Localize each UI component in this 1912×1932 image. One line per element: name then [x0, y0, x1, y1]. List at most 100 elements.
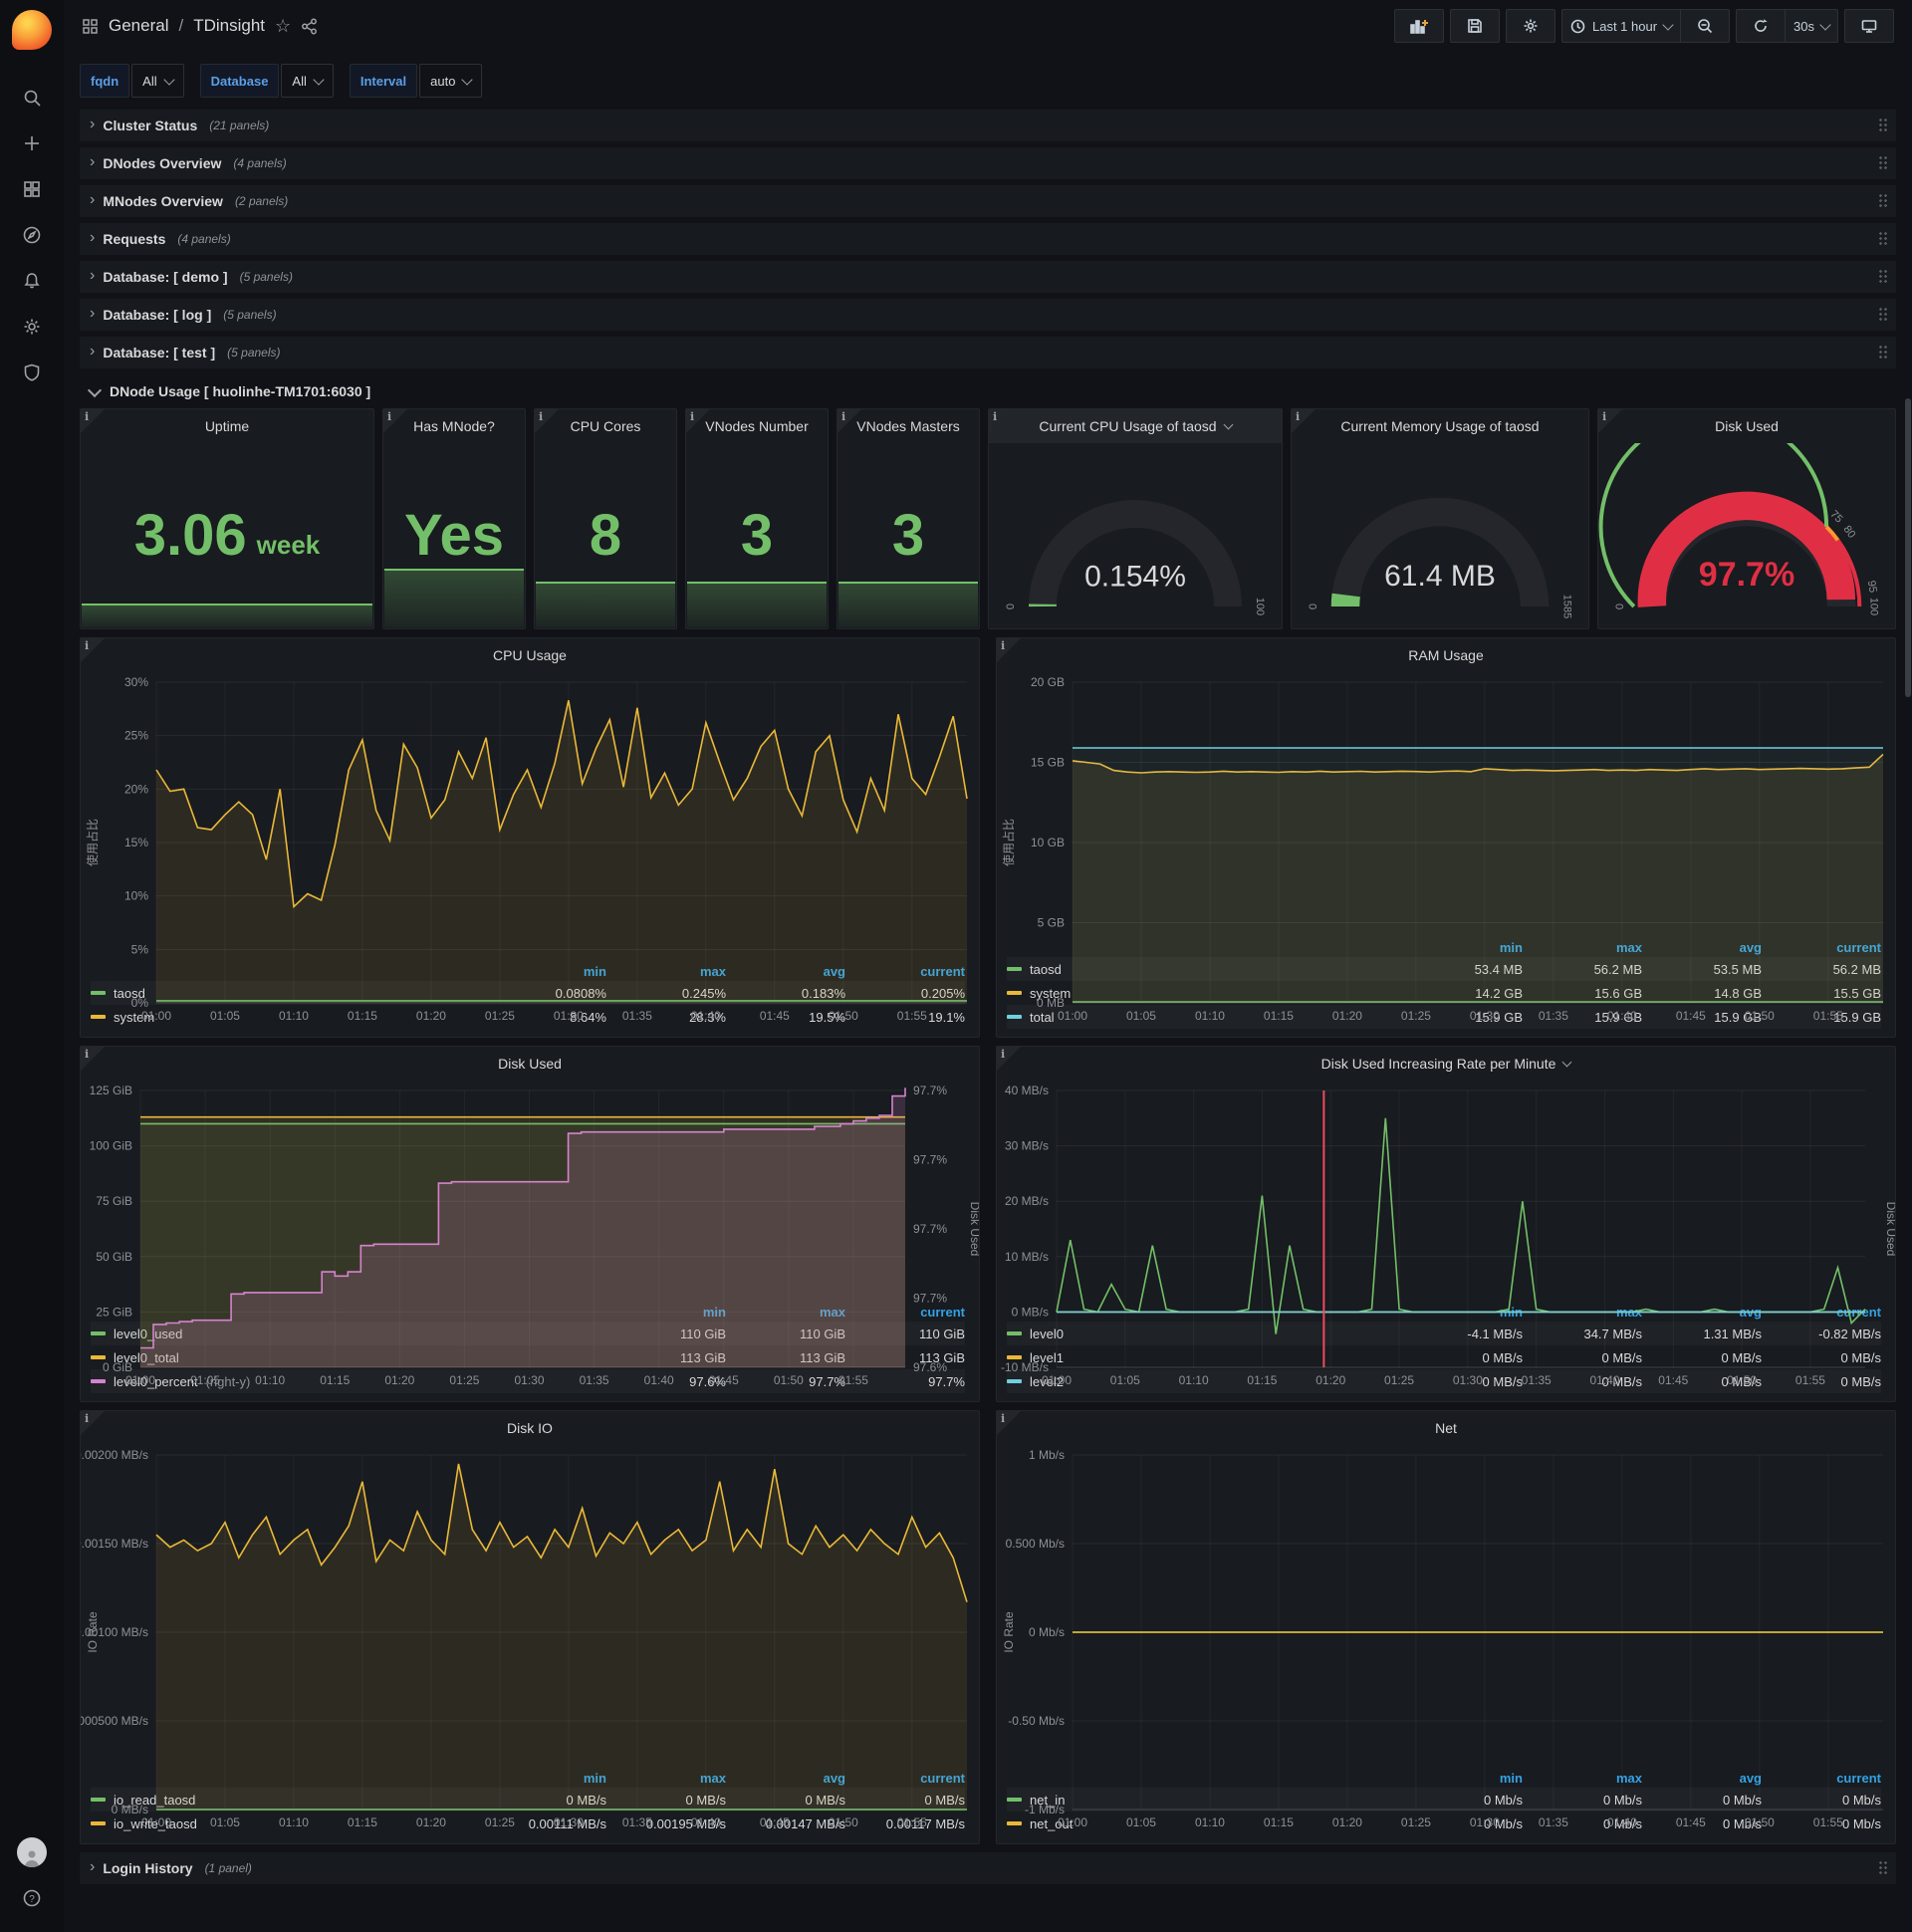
row-drag-handle[interactable]	[1878, 231, 1888, 247]
panel-info-icon[interactable]: i	[837, 409, 861, 433]
panel-header[interactable]: Net	[997, 1411, 1895, 1445]
panel-info-icon[interactable]: i	[686, 409, 710, 433]
create-icon[interactable]	[12, 123, 52, 163]
row-dnode-usage[interactable]: DNode Usage [ huolinhe-TM1701:6030 ]	[80, 374, 1896, 408]
svg-text:0.000500 MB/s: 0.000500 MB/s	[81, 1714, 148, 1728]
row-drag-handle[interactable]	[1878, 345, 1888, 361]
svg-text:01:05: 01:05	[210, 1815, 240, 1829]
template-variables-bar: fqdn All Database All Interval auto	[80, 64, 1896, 98]
panel-info-icon[interactable]: i	[1292, 409, 1315, 433]
svg-text:30%: 30%	[124, 675, 148, 689]
row-drag-handle[interactable]	[1878, 269, 1888, 285]
panel-header[interactable]: Current CPU Usage of taosd	[989, 409, 1282, 443]
net-chart[interactable]: -1 Mb/s -0.50 Mb/s 0 Mb/s 0.500 Mb/s 1 Mb/s 0…	[997, 1445, 1895, 1829]
panel-info-icon[interactable]: i	[997, 1411, 1021, 1435]
panel-header[interactable]: Uptime	[81, 409, 373, 443]
share-icon[interactable]	[301, 18, 318, 35]
row-drag-handle[interactable]	[1878, 193, 1888, 209]
panel-header[interactable]: Disk Used Increasing Rate per Minute	[997, 1047, 1895, 1081]
configuration-gear-icon[interactable]	[12, 307, 52, 347]
panel-header[interactable]: Disk IO	[81, 1411, 979, 1445]
svg-text:100: 100	[1867, 598, 1879, 615]
svg-text:0.500 Mb/s: 0.500 Mb/s	[1006, 1537, 1065, 1551]
ram-usage-chart[interactable]: 0 MB 5 GB 10 GB 15 GB 20 GB 01:00 01:05 01:10 01…	[997, 672, 1895, 1023]
explore-compass-icon[interactable]	[12, 215, 52, 255]
panel-info-icon[interactable]: i	[989, 409, 1013, 433]
svg-text:61.4 MB: 61.4 MB	[1384, 560, 1496, 593]
save-dashboard-button[interactable]	[1449, 9, 1500, 43]
cycle-view-mode-button[interactable]	[1844, 9, 1894, 43]
refresh-interval-label: 30s	[1793, 18, 1814, 34]
row-database-log[interactable]: › Database: [ log ] (5 panels)	[80, 299, 1896, 331]
user-avatar[interactable]	[12, 1832, 52, 1872]
panel-header[interactable]: Disk Used	[1598, 409, 1895, 443]
svg-text:01:15: 01:15	[1264, 1815, 1294, 1829]
panel-header[interactable]: Disk Used	[81, 1047, 979, 1081]
panel-info-icon[interactable]: i	[81, 1411, 105, 1435]
panel-info-icon[interactable]: i	[535, 409, 559, 433]
ram_usage-svg: 0 MB 5 GB 10 GB 15 GB 20 GB 01:00 01:05 01:10 01…	[1001, 675, 1884, 1023]
scrollbar-thumb[interactable]	[1905, 398, 1911, 697]
panel-info-icon[interactable]: i	[997, 638, 1021, 662]
panel-info-icon[interactable]: i	[997, 1047, 1021, 1071]
row-drag-handle[interactable]	[1878, 118, 1888, 133]
svg-text:01:35: 01:35	[580, 1373, 609, 1387]
zoom-out-time-button[interactable]	[1680, 9, 1731, 43]
row-login-history[interactable]: › Login History (1 panel)	[80, 1852, 1896, 1884]
svg-text:01:35: 01:35	[1539, 1815, 1568, 1829]
variable-interval-value[interactable]: auto	[419, 64, 483, 98]
panel-info-icon[interactable]: i	[383, 409, 407, 433]
star-icon[interactable]: ☆	[275, 16, 291, 37]
breadcrumb-folder[interactable]: General	[109, 16, 168, 36]
row-drag-handle[interactable]	[1878, 155, 1888, 171]
disk-used-gauge[interactable]: 0 75 80 95 100 97.7%	[1598, 443, 1895, 628]
variable-fqdn-value[interactable]: All	[131, 64, 184, 98]
server-admin-shield-icon[interactable]	[12, 353, 52, 392]
panel-info-icon[interactable]: i	[81, 1047, 105, 1071]
grafana-logo-icon[interactable]	[12, 10, 52, 50]
panel-header[interactable]: Current Memory Usage of taosd	[1292, 409, 1588, 443]
svg-text:IO Rate: IO Rate	[86, 1611, 100, 1653]
cpu-usage-chart[interactable]: 0% 5% 10% 15% 20% 25% 30% 01:00 01:05 01:10 01:15 0…	[81, 672, 979, 1023]
row-drag-handle[interactable]	[1878, 1860, 1888, 1876]
help-icon[interactable]: ?	[12, 1878, 52, 1918]
variable-database-value[interactable]: All	[281, 64, 334, 98]
svg-text:01:40: 01:40	[691, 1009, 721, 1023]
panel-info-icon[interactable]: i	[1598, 409, 1622, 433]
svg-text:01:40: 01:40	[691, 1815, 721, 1829]
refresh-button[interactable]	[1736, 9, 1786, 43]
panel-info-icon[interactable]: i	[81, 638, 105, 662]
row-drag-handle[interactable]	[1878, 307, 1888, 323]
cpu-gauge[interactable]: 0 100 0.154%	[989, 443, 1282, 628]
panel-uptime: i Uptime 3.06 week	[80, 408, 374, 629]
svg-text:01:55: 01:55	[897, 1815, 927, 1829]
svg-text:01:10: 01:10	[279, 1009, 309, 1023]
row-database-test[interactable]: › Database: [ test ] (5 panels)	[80, 337, 1896, 368]
search-icon[interactable]	[12, 78, 52, 118]
dashboards-icon[interactable]	[12, 169, 52, 209]
add-panel-button[interactable]	[1393, 9, 1444, 43]
disk-rate-chart[interactable]: -10 MB/s 0 MB/s 10 MB/s 20 MB/s 30 MB/s 40 MB…	[997, 1081, 1895, 1387]
panel-header[interactable]: RAM Usage	[997, 638, 1895, 672]
memory-gauge[interactable]: 0 1585 61.4 MB	[1292, 443, 1588, 628]
svg-text:15 GB: 15 GB	[1031, 756, 1065, 770]
panel-header[interactable]: CPU Usage	[81, 638, 979, 672]
row-requests[interactable]: › Requests (4 panels)	[80, 223, 1896, 255]
svg-text:Disk Used: Disk Used	[1884, 1202, 1895, 1257]
disk-used-chart[interactable]: 0 GiB 25 GiB 50 GiB 75 GiB 100 GiB 125 GiB 01:…	[81, 1081, 979, 1387]
svg-text:01:50: 01:50	[829, 1009, 858, 1023]
chevron-right-icon: ›	[90, 229, 96, 246]
alerting-bell-icon[interactable]	[12, 261, 52, 301]
dashboard-title[interactable]: TDinsight	[193, 16, 265, 36]
row-dnodes-overview[interactable]: › DNodes Overview (4 panels)	[80, 147, 1896, 179]
sidebar: ?	[0, 0, 64, 1932]
refresh-interval-picker[interactable]: 30s	[1785, 9, 1838, 43]
dashboard-settings-button[interactable]	[1505, 9, 1555, 43]
row-mnodes-overview[interactable]: › MNodes Overview (2 panels)	[80, 185, 1896, 217]
row-cluster-status[interactable]: › Cluster Status (21 panels)	[80, 110, 1896, 141]
svg-text:01:10: 01:10	[1195, 1009, 1225, 1023]
time-range-picker[interactable]: Last 1 hour	[1560, 9, 1681, 43]
row-database-demo[interactable]: › Database: [ demo ] (5 panels)	[80, 261, 1896, 293]
disk-io-chart[interactable]: 0 MB/s0.000500 MB/s0.00100 MB/s0.00150 M…	[81, 1445, 979, 1829]
panel-info-icon[interactable]: i	[81, 409, 105, 433]
